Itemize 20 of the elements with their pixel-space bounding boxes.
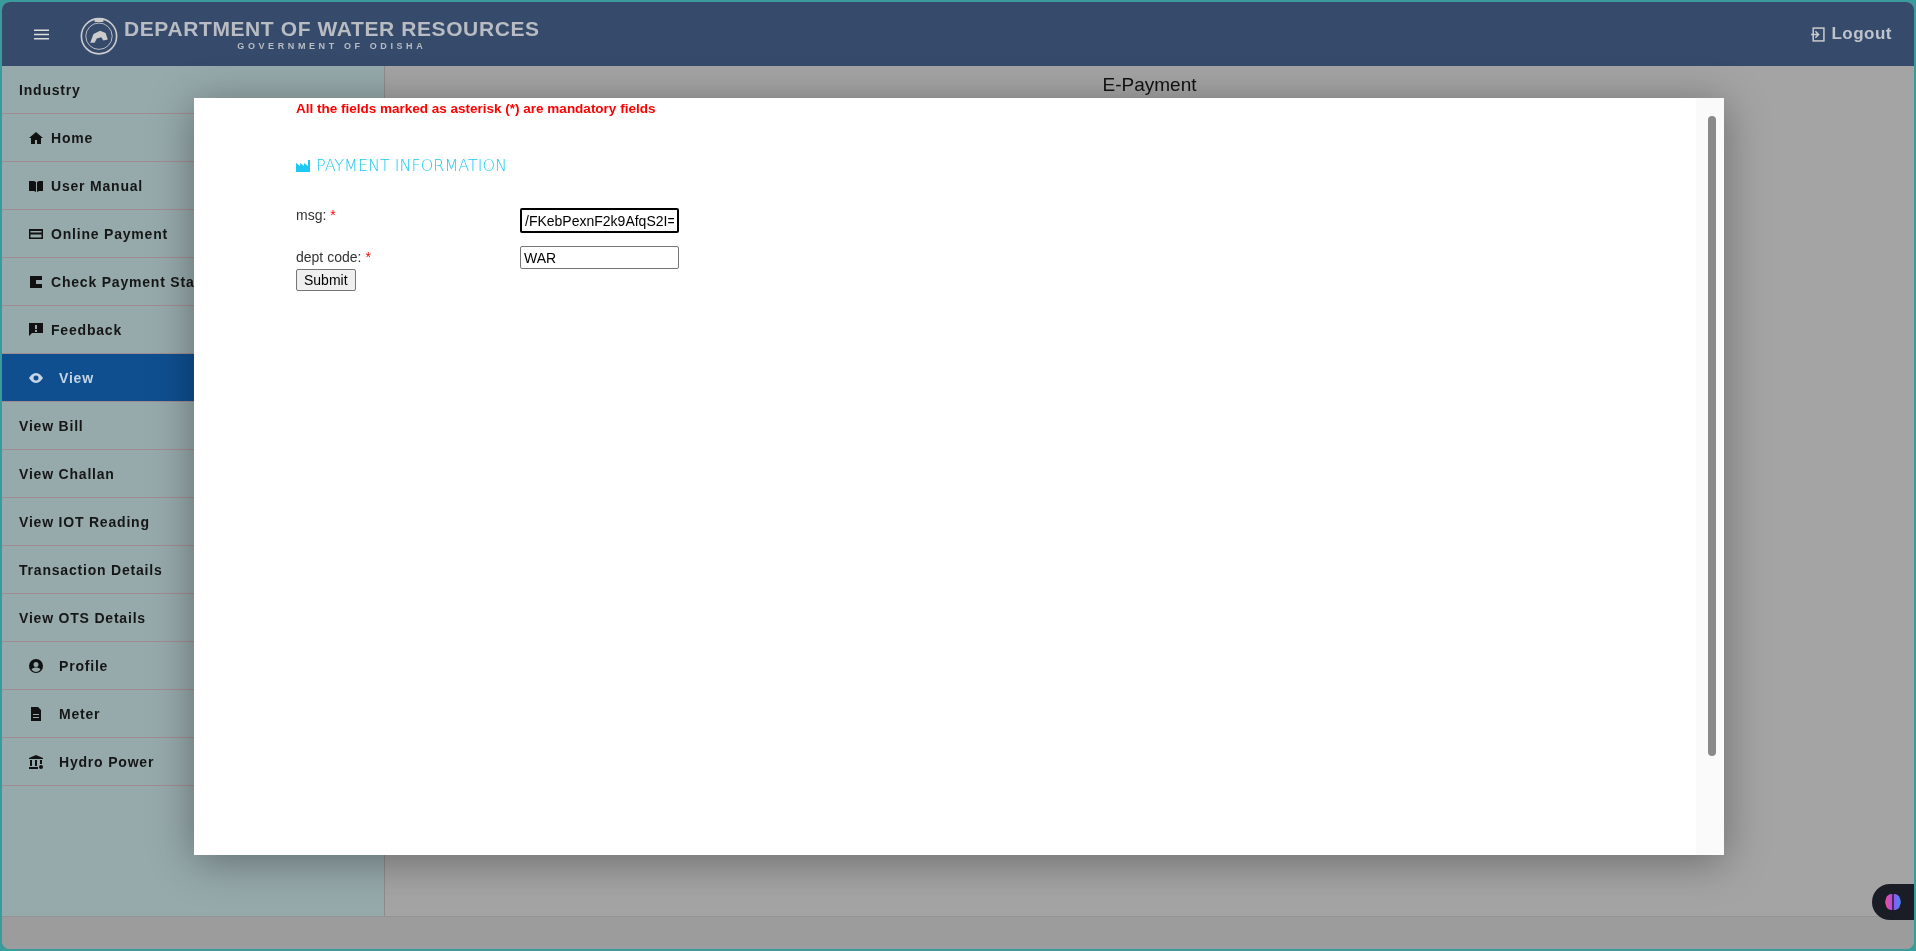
submit-button[interactable]: Submit [296, 269, 356, 291]
logout-icon [1810, 26, 1826, 42]
government-subtitle: GOVERNMENT OF ODISHA [237, 41, 427, 51]
input-field[interactable]: WAR [520, 246, 679, 269]
menu-icon[interactable] [34, 28, 49, 40]
brain-icon [1883, 892, 1903, 912]
wallet-icon [28, 273, 44, 290]
feedback-icon [28, 321, 44, 338]
bank-icon [28, 753, 44, 770]
home-icon [28, 129, 44, 146]
assistant-button[interactable] [1872, 884, 1914, 920]
input-field[interactable]: /FKebPexnF2k9AfqS2I= [520, 208, 679, 233]
document-icon [28, 705, 44, 722]
factory-icon [296, 159, 310, 172]
logout-link[interactable]: Logout [1810, 24, 1892, 44]
department-title: DEPARTMENT OF WATER RESOURCES [124, 17, 540, 41]
user-icon [28, 657, 44, 674]
page-title: E-Payment [1102, 74, 1197, 97]
required-mark: * [330, 207, 336, 223]
field-label: msg: [296, 207, 327, 223]
